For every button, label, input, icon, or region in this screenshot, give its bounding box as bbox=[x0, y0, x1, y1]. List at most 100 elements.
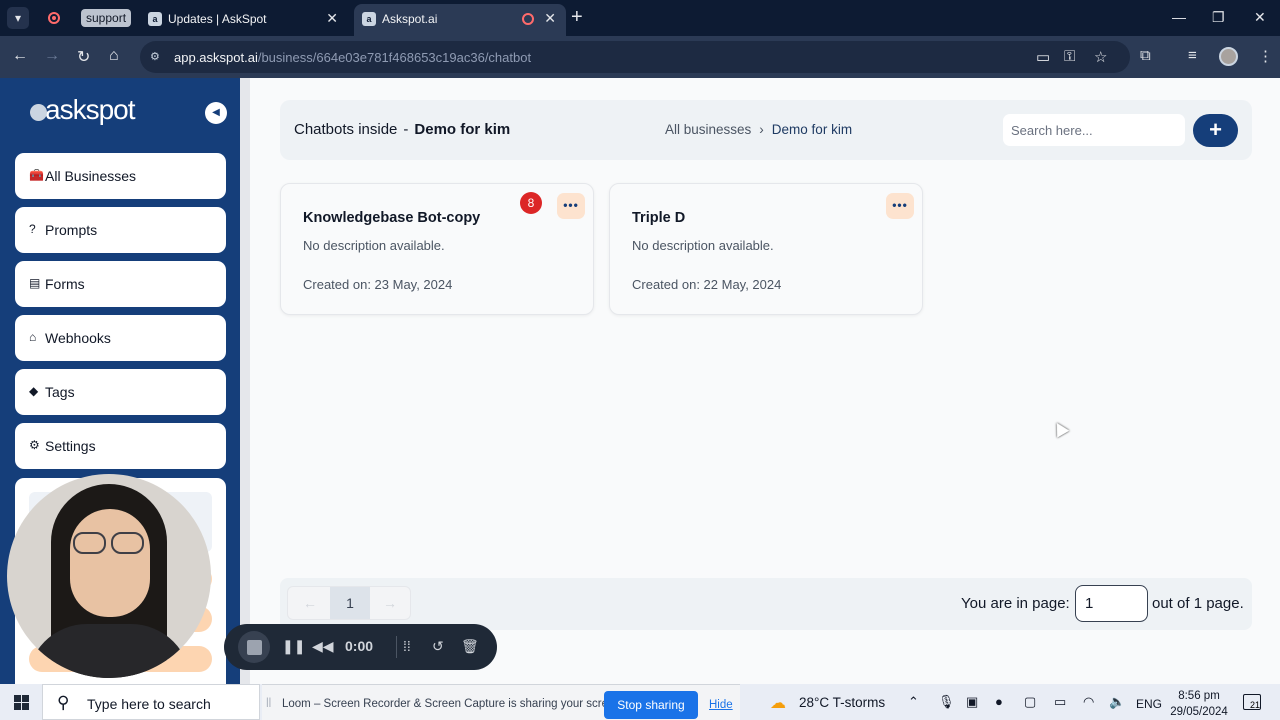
close-window-icon[interactable]: ✕ bbox=[1254, 9, 1266, 26]
site-info-icon[interactable]: ⚙ bbox=[150, 50, 164, 64]
page-label: You are in page: bbox=[961, 595, 1070, 612]
business-name: Demo for kim bbox=[414, 121, 511, 138]
pagination-bar: ← 1 → You are in page: out of 1 page. bbox=[280, 578, 1252, 630]
webcam-bubble[interactable] bbox=[7, 474, 211, 678]
new-tab-button[interactable]: + bbox=[571, 6, 583, 29]
stop-recording-button[interactable] bbox=[238, 631, 270, 663]
breadcrumb: All businesses › Demo for kim bbox=[665, 122, 852, 137]
url-text[interactable]: app.askspot.ai/business/664e03e781f46865… bbox=[174, 50, 531, 65]
sidebar-item-label: Settings bbox=[45, 438, 96, 454]
chevron-right-icon: › bbox=[759, 122, 764, 137]
page-number-button[interactable]: 1 bbox=[330, 587, 370, 619]
extensions-icon[interactable]: ⧉ bbox=[1140, 47, 1151, 64]
hide-link[interactable]: Hide bbox=[709, 699, 733, 711]
collapse-sidebar-button[interactable]: ◀ bbox=[205, 102, 227, 124]
inbox-icon: ⌂ bbox=[29, 330, 37, 344]
pause-icon[interactable]: ❚❚ bbox=[282, 638, 305, 655]
search-input[interactable] bbox=[1003, 114, 1185, 146]
tab-askspot-active[interactable]: a Askspot.ai ✕ bbox=[354, 4, 566, 36]
taskbar-search-placeholder: Type here to search bbox=[87, 696, 211, 712]
battery-icon[interactable]: ▭ bbox=[1054, 694, 1066, 710]
gear-icon: ⚙ bbox=[29, 438, 40, 452]
wifi-icon[interactable]: ◠ bbox=[1083, 694, 1094, 710]
askspot-logo[interactable]: askspot bbox=[30, 94, 135, 126]
pagination-controls: ← 1 → bbox=[287, 586, 411, 620]
tags-icon: ◆ bbox=[29, 384, 39, 398]
close-tab-icon[interactable]: ✕ bbox=[544, 10, 556, 27]
clock-time: 8:56 pm bbox=[1178, 690, 1220, 702]
chatbot-card[interactable]: Triple D No description available. Creat… bbox=[609, 183, 923, 315]
restore-icon[interactable]: ❐ bbox=[1212, 9, 1225, 26]
notifications-icon[interactable]: 21 bbox=[1243, 694, 1261, 710]
grid-icon[interactable]: ⁞⁞ bbox=[403, 638, 411, 654]
trash-icon[interactable]: 🗑 bbox=[461, 638, 479, 655]
page-total-label: out of 1 page. bbox=[1152, 595, 1244, 612]
meet-icon[interactable]: ▣ bbox=[966, 694, 978, 710]
profile-avatar[interactable] bbox=[1219, 47, 1238, 66]
more-options-button[interactable]: ••• bbox=[557, 193, 585, 219]
volume-icon[interactable]: 🔈 bbox=[1109, 694, 1125, 710]
sidebar-item-all-businesses[interactable]: 🧰 All Businesses bbox=[15, 153, 226, 199]
chatbot-name[interactable]: Triple D bbox=[632, 210, 685, 226]
home-icon[interactable]: ⌂ bbox=[109, 47, 119, 65]
chatbot-card[interactable]: Knowledgebase Bot-copy No description av… bbox=[280, 183, 594, 315]
more-options-button[interactable]: ••• bbox=[886, 193, 914, 219]
windows-start-icon[interactable] bbox=[14, 695, 29, 710]
chatbot-name[interactable]: Knowledgebase Bot-copy bbox=[303, 210, 480, 226]
notification-badge: 8 bbox=[520, 192, 542, 214]
sidebar-item-settings[interactable]: ⚙ Settings bbox=[15, 423, 226, 469]
presenter-glasses bbox=[73, 532, 147, 554]
tab-title: Updates | AskSpot bbox=[168, 12, 267, 26]
address-bar[interactable]: ⚙ app.askspot.ai/business/664e03e781f468… bbox=[140, 41, 1130, 73]
taskbar-search[interactable]: ⚲ Type here to search bbox=[42, 684, 260, 720]
weather-icon[interactable]: ☁ bbox=[770, 693, 786, 713]
recording-indicator-icon bbox=[43, 7, 65, 29]
drag-handle-icon[interactable]: || bbox=[266, 697, 271, 708]
mic-active-icon[interactable]: ● bbox=[995, 694, 1003, 709]
browser-menu-icon[interactable]: ⋮ bbox=[1258, 47, 1273, 65]
microphone-icon[interactable]: 🎙 bbox=[938, 694, 955, 710]
chevron-up-icon[interactable]: ⌃ bbox=[908, 694, 919, 710]
chatbot-created-date: Created on: 23 May, 2024 bbox=[303, 277, 453, 292]
chatbot-created-date: Created on: 22 May, 2024 bbox=[632, 277, 782, 292]
back-icon[interactable]: ← bbox=[12, 47, 28, 65]
sidebar-item-forms[interactable]: ▤ Forms bbox=[15, 261, 226, 307]
media-queue-icon[interactable]: ≡ bbox=[1188, 47, 1197, 64]
camera-icon[interactable]: ▭ bbox=[1036, 48, 1050, 66]
password-key-icon[interactable]: ⚿ bbox=[1064, 48, 1075, 65]
bookmark-star-icon[interactable]: ☆ bbox=[1094, 48, 1107, 66]
tab-group-chip[interactable]: support bbox=[81, 9, 132, 27]
rewind-icon[interactable]: ◀◀ bbox=[312, 638, 334, 655]
tab-list-button[interactable]: ▾ bbox=[7, 7, 29, 29]
page-header: Chatbots inside - Demo for kim All busines… bbox=[280, 100, 1252, 160]
language-indicator[interactable]: ENG bbox=[1136, 697, 1162, 711]
sidebar-item-tags[interactable]: ◆ Tags bbox=[15, 369, 226, 415]
sidebar-scroll-edge bbox=[240, 78, 250, 684]
tab-recording-icon bbox=[522, 13, 534, 25]
tab-updates-askspot[interactable]: a Updates | AskSpot ✕ bbox=[140, 4, 348, 36]
page-number-input[interactable] bbox=[1075, 585, 1148, 622]
sidebar-item-webhooks[interactable]: ⌂ Webhooks bbox=[15, 315, 226, 361]
sidebar-item-label: Tags bbox=[45, 384, 75, 400]
add-chatbot-button[interactable]: + bbox=[1193, 114, 1238, 147]
display-icon[interactable]: ▢ bbox=[1024, 694, 1036, 710]
minimize-icon[interactable]: — bbox=[1172, 9, 1186, 25]
previous-page-button[interactable]: ← bbox=[290, 587, 330, 619]
stop-sharing-button[interactable]: Stop sharing bbox=[604, 691, 698, 719]
restart-icon[interactable]: ↺ bbox=[432, 638, 444, 655]
sidebar-item-label: All Businesses bbox=[45, 168, 137, 184]
divider bbox=[396, 636, 397, 658]
presenter-face bbox=[70, 509, 150, 617]
askspot-favicon-icon: a bbox=[362, 12, 376, 26]
system-clock[interactable]: 8:56 pm 29/05/2024 bbox=[1168, 688, 1230, 720]
weather-text[interactable]: 28°C T-storms bbox=[799, 695, 885, 710]
mouse-cursor-icon bbox=[1050, 419, 1070, 438]
reload-icon[interactable]: ↻ bbox=[77, 47, 90, 67]
next-page-button[interactable]: → bbox=[370, 587, 410, 619]
recording-timer: 0:00 bbox=[345, 638, 374, 654]
breadcrumb-all-businesses[interactable]: All businesses bbox=[665, 122, 751, 137]
recorder-controls: ❚❚ ◀◀ 0:00 ⁞⁞ ↺ 🗑 bbox=[224, 624, 497, 670]
close-tab-icon[interactable]: ✕ bbox=[326, 10, 338, 27]
sidebar-item-prompts[interactable]: ? Prompts bbox=[15, 207, 226, 253]
forward-icon[interactable]: → bbox=[44, 47, 60, 65]
